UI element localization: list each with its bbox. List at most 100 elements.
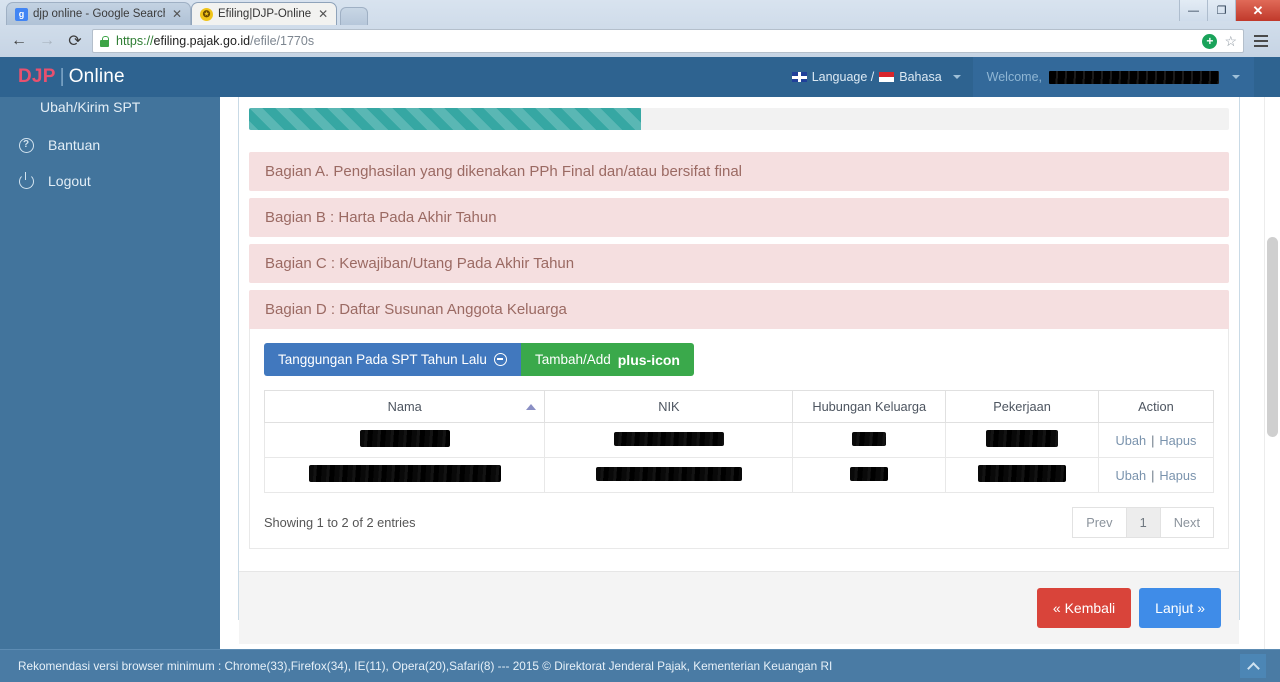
close-window-button[interactable]: ✕ [1235, 0, 1280, 21]
brand-separator: | [59, 66, 65, 87]
cell-pekerjaan [945, 422, 1099, 458]
edit-link[interactable]: Ubah [1115, 468, 1146, 483]
section-header-bagian-c[interactable]: Bagian C : Kewajiban/Utang Pada Akhir Ta… [249, 244, 1229, 283]
cell-pekerjaan [945, 457, 1099, 493]
scroll-to-top-button[interactable] [1240, 654, 1266, 678]
chevron-up-icon [1246, 661, 1260, 675]
continue-button[interactable]: Lanjut » [1139, 588, 1221, 628]
url-path: /efile/1770s [250, 34, 315, 48]
sidebar: Ubah/Kirim SPT ? Bantuan Logout [0, 97, 220, 682]
lock-icon [99, 35, 110, 48]
column-header-action[interactable]: Action [1097, 390, 1215, 423]
google-icon: g [15, 7, 28, 21]
column-header-pekerjaan[interactable]: Pekerjaan [945, 390, 1099, 423]
cell-action: Ubah | Hapus [1097, 422, 1215, 458]
sort-ascending-icon [526, 403, 537, 410]
section-header-bagian-a[interactable]: Bagian A. Penghasilan yang dikenakan PPh… [249, 152, 1229, 191]
cell-hubungan [792, 457, 947, 493]
close-icon[interactable]: ✕ [172, 8, 182, 20]
delete-link[interactable]: Hapus [1159, 433, 1196, 448]
add-icon[interactable]: + [1202, 33, 1218, 49]
url-bar[interactable]: https://efiling.pajak.go.id/efile/1770s … [92, 29, 1244, 53]
sidebar-item-logout[interactable]: Logout [0, 163, 220, 199]
table-row: Ubah | Hapus [263, 422, 1215, 458]
pagination-next-button[interactable]: Next [1159, 507, 1214, 538]
brand-online: Online [68, 66, 125, 87]
delete-link[interactable]: Hapus [1159, 468, 1196, 483]
table-footer: Showing 1 to 2 of 2 entries Prev 1 Next [264, 507, 1214, 538]
user-menu[interactable]: Welcome, [972, 57, 1254, 97]
add-button[interactable]: Tambah/Add plus-icon [520, 343, 694, 376]
action-separator: | [1151, 467, 1155, 483]
cell-nama [263, 457, 546, 493]
url-host: efiling.pajak.go.id [153, 34, 251, 48]
pekerjaan-redacted [978, 465, 1066, 482]
pagination-page-1[interactable]: 1 [1125, 507, 1161, 538]
page-body: Ubah/Kirim SPT ? Bantuan Logout Bagian A… [0, 97, 1280, 682]
pagination: Prev 1 Next [1072, 507, 1214, 538]
table-body: Ubah | Hapus Ubah | Hapus [263, 422, 1215, 493]
minimize-button[interactable]: — [1179, 0, 1207, 21]
column-header-nik[interactable]: NIK [544, 390, 794, 423]
sidebar-item-bantuan[interactable]: ? Bantuan [0, 127, 220, 163]
footer-text: Rekomendasi versi browser minimum : Chro… [18, 659, 833, 673]
pagination-prev-button[interactable]: Prev [1072, 507, 1127, 538]
section-header-bagian-b[interactable]: Bagian B : Harta Pada Akhir Tahun [249, 198, 1229, 237]
column-header-hubungan-keluarga[interactable]: Hubungan Keluarga [792, 390, 947, 423]
cell-action: Ubah | Hapus [1097, 457, 1215, 493]
section-header-bagian-d[interactable]: Bagian D : Daftar Susunan Anggota Keluar… [249, 290, 1229, 329]
add-button-label: Tambah/Add [534, 352, 611, 367]
browser-tab-efiling-djp[interactable]: ✪ Efiling|DJP-Online ✕ [191, 2, 338, 25]
hubungan-redacted [852, 431, 887, 446]
cell-nik [544, 457, 794, 493]
browser-menu-icon[interactable] [1250, 35, 1272, 47]
action-separator: | [1151, 432, 1155, 448]
browser-chrome: g djp online - Google Search ✕ ✪ Efiling… [0, 0, 1280, 57]
close-icon[interactable]: ✕ [318, 8, 328, 20]
bahasa-label: Bahasa [899, 70, 942, 84]
column-header-nama[interactable]: Nama [263, 390, 546, 423]
edit-link[interactable]: Ubah [1115, 433, 1146, 448]
prev-year-dependents-button[interactable]: Tanggungan Pada SPT Tahun Lalu [264, 343, 521, 376]
page-scrollbar[interactable] [1264, 97, 1280, 682]
language-switcher[interactable]: Language / Bahasa [780, 70, 973, 84]
question-circle-icon: ? [18, 137, 34, 153]
language-label: Language / [811, 70, 875, 84]
nama-redacted [308, 465, 501, 482]
forward-icon[interactable]: → [36, 30, 58, 52]
indonesia-flag-icon [879, 72, 895, 82]
maximize-button[interactable]: ❐ [1207, 0, 1235, 21]
username-redacted [1049, 70, 1219, 84]
main-content: Bagian A. Penghasilan yang dikenakan PPh… [220, 97, 1280, 682]
new-tab-button[interactable] [340, 7, 369, 25]
form-action-bar: « Kembali Lanjut » [239, 571, 1239, 644]
window-controls: — ❐ ✕ [1179, 0, 1280, 21]
back-button[interactable]: « Kembali [1036, 588, 1132, 628]
back-icon[interactable]: ← [8, 30, 30, 52]
brand-djp: DJP [18, 66, 56, 87]
table-row: Ubah | Hapus [263, 457, 1215, 493]
app-logo[interactable]: DJP | Online [0, 66, 220, 88]
nik-redacted [595, 466, 742, 481]
app-header: DJP | Online Language / Bahasa Welcome, [0, 57, 1280, 97]
form-panel: Bagian A. Penghasilan yang dikenakan PPh… [238, 97, 1240, 644]
djp-icon: ✪ [200, 7, 213, 21]
browser-tab-google-search[interactable]: g djp online - Google Search ✕ [6, 2, 191, 25]
scrollbar-thumb[interactable] [1267, 237, 1278, 437]
cell-hubungan [792, 422, 947, 458]
chevron-down-icon [1232, 75, 1240, 79]
prev-year-dependents-label: Tanggungan Pada SPT Tahun Lalu [278, 352, 487, 367]
sidebar-item-ubah-kirim-spt[interactable]: Ubah/Kirim SPT [0, 99, 220, 127]
column-label: Nama [387, 399, 422, 414]
pekerjaan-redacted [986, 430, 1058, 447]
power-icon [18, 171, 34, 189]
reload-icon[interactable]: ⟳ [64, 30, 86, 52]
url-bar-icons: + ☆ [1202, 33, 1237, 50]
browser-tab-title: djp online - Google Search [33, 8, 165, 20]
sidebar-item-label: Bantuan [48, 137, 101, 153]
form-progress-fill [249, 108, 641, 130]
browser-tab-title: Efiling|DJP-Online [218, 8, 312, 20]
family-members-table: Nama NIK Hubungan Keluarga Pekerjaan Act… [263, 390, 1215, 493]
nik-redacted [613, 431, 724, 446]
bookmark-star-icon[interactable]: ☆ [1224, 33, 1237, 50]
